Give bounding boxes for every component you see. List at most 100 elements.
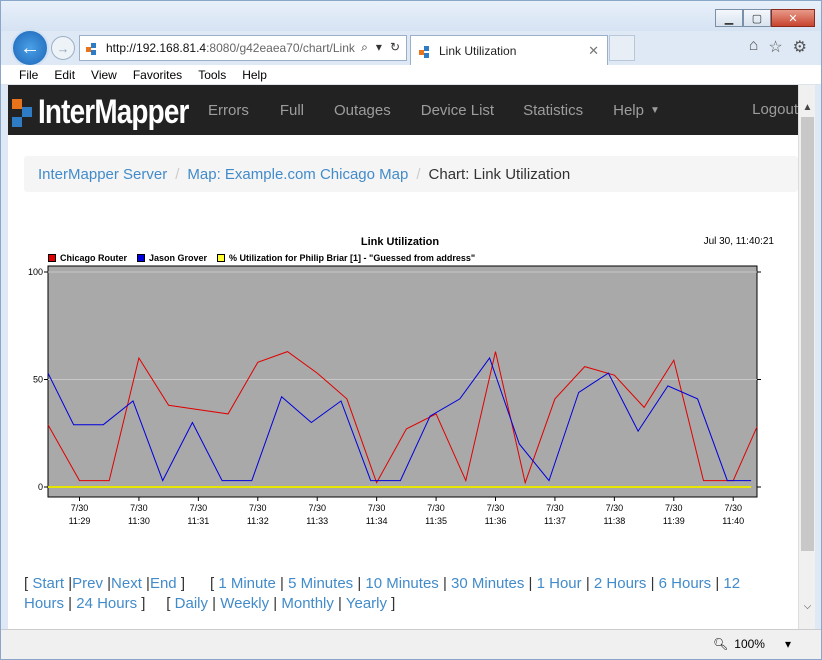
menu-edit[interactable]: Edit [46, 68, 83, 82]
range-30-minutes[interactable]: 30 Minutes [451, 575, 524, 592]
forward-arrow-icon[interactable]: → [51, 36, 75, 60]
zoom-level: 100% [734, 637, 765, 651]
period-weekly[interactable]: Weekly [220, 595, 269, 612]
tab-close-icon[interactable]: ✕ [588, 43, 599, 59]
x-tick-date: 7/30 [546, 503, 564, 513]
plot-area [47, 265, 758, 498]
x-tick-date: 7/30 [308, 503, 326, 513]
address-host: http://192.168.81.4 [106, 41, 207, 55]
nav-statistics[interactable]: Statistics [523, 102, 583, 119]
site-favicon-icon [86, 43, 96, 55]
range-2-hours[interactable]: 2 Hours [594, 575, 647, 592]
gear-icon[interactable]: ⚙ [793, 37, 807, 57]
browser-tab[interactable]: Link Utilization ✕ [410, 35, 608, 65]
nav-end-link[interactable]: End [150, 575, 177, 592]
x-tick-date: 7/30 [724, 503, 742, 513]
x-tick-date: 7/30 [130, 503, 148, 513]
nav-logout[interactable]: Logout [752, 101, 798, 118]
range-1-hour[interactable]: 1 Hour [537, 575, 582, 592]
nav-next-link[interactable]: Next [111, 575, 142, 592]
menu-file[interactable]: File [11, 68, 46, 82]
chart-container: Link Utilization Jul 30, 11:40:21 Chicag… [26, 231, 774, 541]
caret-down-icon[interactable]: ▼ [650, 105, 660, 116]
period-yearly[interactable]: Yearly [346, 595, 387, 612]
scroll-up-icon[interactable]: ▲ [799, 99, 816, 116]
x-tick-time: 11:37 [544, 516, 566, 526]
menu-bar: File Edit View Favorites Tools Help [1, 65, 821, 85]
dropdown-icon[interactable]: ▾ [376, 40, 382, 55]
x-tick-time: 11:35 [425, 516, 447, 526]
x-tick-time: 11:38 [603, 516, 625, 526]
menu-tools[interactable]: Tools [190, 68, 234, 82]
nav-prev-link[interactable]: Prev [72, 575, 103, 592]
menu-help[interactable]: Help [234, 68, 275, 82]
range-6-hours[interactable]: 6 Hours [659, 575, 712, 592]
x-tick-time: 11:33 [306, 516, 328, 526]
scroll-thumb[interactable] [801, 117, 814, 551]
scroll-down-icon[interactable]: ⌵ [799, 598, 816, 615]
x-tick-date: 7/30 [71, 503, 89, 513]
vertical-scrollbar[interactable]: ▲ ⌵ [798, 85, 815, 629]
logo-text: InterMapper [38, 93, 189, 131]
period-daily[interactable]: Daily [175, 595, 208, 612]
menu-favorites[interactable]: Favorites [125, 68, 190, 82]
close-icon[interactable]: ✕ [771, 9, 815, 27]
x-tick-date: 7/30 [487, 503, 505, 513]
new-tab-button[interactable] [609, 35, 635, 61]
range-1-minute[interactable]: 1 Minute [218, 575, 276, 592]
x-tick-date: 7/30 [606, 503, 624, 513]
browser-tools: ⌂ ☆ ⚙ [749, 37, 807, 57]
breadcrumb-server[interactable]: InterMapper Server [38, 166, 167, 183]
nav-start-link[interactable]: Start [32, 575, 64, 592]
breadcrumb-map[interactable]: Map: Example.com Chicago Map [187, 166, 408, 183]
time-navigation: [ Start |Prev |Next |End ] [ 1 Minute | … [24, 575, 741, 612]
breadcrumb-separator: / [175, 165, 180, 183]
period-monthly[interactable]: Monthly [281, 595, 334, 612]
x-tick-time: 11:29 [69, 516, 91, 526]
x-tick-time: 11:34 [366, 516, 388, 526]
minimize-icon[interactable]: ▁ [715, 9, 743, 27]
x-tick-time: 11:36 [485, 516, 507, 526]
x-tick-time: 11:40 [722, 516, 744, 526]
chart-plot: 0 50 100 7/30 11:29 7/30 11:30 7/30 11:31 7/30 11:… [28, 265, 761, 526]
favorites-star-icon[interactable]: ☆ [768, 37, 782, 57]
x-tick-time: 11:39 [663, 516, 685, 526]
app-navbar: InterMapper Errors Full Outages Device L… [8, 85, 798, 135]
nav-device-list[interactable]: Device List [421, 102, 494, 119]
x-tick-date: 7/30 [368, 503, 386, 513]
home-icon[interactable]: ⌂ [749, 37, 759, 57]
maximize-icon[interactable]: ▢ [743, 9, 771, 27]
address-bar[interactable]: http://192.168.81.4:8080/g42eaea70/chart… [79, 35, 407, 61]
browser-navbar: ← → http://192.168.81.4:8080/g42eaea70/c… [1, 29, 821, 67]
refresh-icon[interactable]: ↻ [390, 40, 400, 55]
title-bar: ▁ ▢ ✕ [1, 1, 821, 31]
status-bar: 🔍︎ 100% ▾ [1, 629, 821, 659]
zoom-control[interactable]: 🔍︎ 100% ▾ [713, 637, 791, 651]
nav-help[interactable]: Help [613, 102, 644, 119]
menu-view[interactable]: View [83, 68, 125, 82]
x-tick-date: 7/30 [249, 503, 267, 513]
tab-favicon-icon [419, 45, 429, 58]
app-nav-links: Errors Full Outages Device List Statisti… [208, 85, 660, 135]
intermapper-logo[interactable]: InterMapper [12, 93, 222, 132]
logo-mark-icon [12, 98, 34, 127]
range-5-minutes[interactable]: 5 Minutes [288, 575, 353, 592]
nav-full[interactable]: Full [280, 102, 304, 119]
address-path: :8080/g42eaea70/chart/Link [206, 41, 355, 55]
chevron-down-icon[interactable]: ▾ [785, 637, 791, 651]
x-tick-date: 7/30 [665, 503, 683, 513]
range-24-hours[interactable]: 24 Hours [76, 595, 137, 612]
nav-errors[interactable]: Errors [208, 102, 249, 119]
back-arrow-icon[interactable]: ← [11, 29, 49, 67]
x-tick-time: 11:32 [247, 516, 269, 526]
breadcrumb-current: Chart: Link Utilization [428, 165, 571, 183]
y-tick-label: 0 [38, 482, 43, 492]
range-10-minutes[interactable]: 10 Minutes [365, 575, 438, 592]
x-tick-time: 11:31 [187, 516, 209, 526]
y-tick-label: 50 [33, 375, 43, 385]
browser-window: ▁ ▢ ✕ ← → http://192.168.81.4:8080/g42ea… [0, 0, 822, 660]
window-controls: ▁ ▢ ✕ [715, 9, 815, 27]
search-icon[interactable]: ⌕ [361, 40, 368, 55]
x-tick-date: 7/30 [190, 503, 208, 513]
nav-outages[interactable]: Outages [334, 102, 391, 119]
